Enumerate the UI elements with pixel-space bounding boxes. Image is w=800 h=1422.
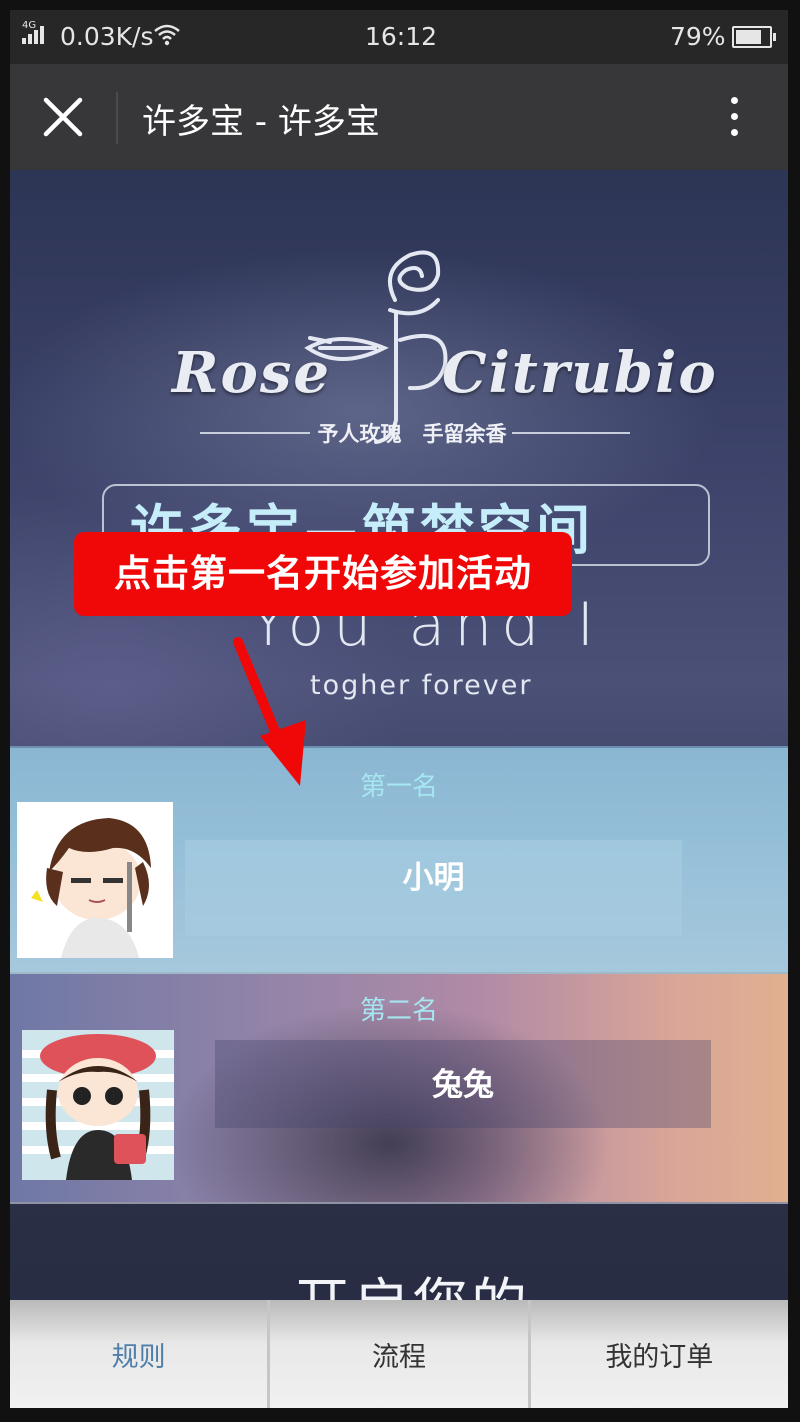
battery-percent: 79%: [670, 22, 726, 51]
tagline-text: 予人玫瑰 手留余香: [317, 422, 507, 446]
instruction-callout: 点击第一名开始参加活动: [74, 532, 572, 616]
tab-my-orders[interactable]: 我的订单: [527, 1300, 788, 1408]
rank-label: 第二名: [359, 996, 438, 1026]
forever-text: togher forever: [310, 670, 533, 701]
signal-icon: 4G: [22, 20, 44, 44]
rank-card-first[interactable]: 第一名 小明: [10, 746, 788, 974]
page-title: 许多宝 - 许多宝: [142, 102, 380, 142]
second-place-name[interactable]: 兔兔: [215, 1040, 711, 1128]
bottom-tab-bar: 规则 流程 我的订单: [10, 1300, 788, 1408]
brand-word-right: Citrubio: [442, 340, 718, 406]
phone-screen: 4G 0.03K/s 16:12 79% 许多宝 - 许多宝 Rose Citr…: [10, 10, 788, 1408]
girl-avatar-icon: [22, 1030, 174, 1180]
close-icon[interactable]: [40, 94, 86, 140]
phone-frame: 4G 0.03K/s 16:12 79% 许多宝 - 许多宝 Rose Citr…: [0, 0, 800, 1422]
boy-avatar-icon: [17, 802, 173, 958]
hero-section: Rose Citrubio 予人玫瑰 手留余香 许多宝—筑梦空间 You and…: [10, 170, 788, 1408]
rank-label: 第一名: [359, 772, 438, 802]
title-divider: [116, 92, 118, 144]
title-bar: 许多宝 - 许多宝: [10, 64, 788, 170]
avatar[interactable]: [17, 802, 173, 958]
first-place-name[interactable]: 小明: [185, 840, 682, 936]
more-menu-icon[interactable]: [722, 94, 746, 142]
tab-rules[interactable]: 规则: [10, 1300, 267, 1408]
arrow-down-icon: [233, 637, 306, 786]
tab-process[interactable]: 流程: [267, 1300, 527, 1408]
clock: 16:12: [365, 22, 438, 51]
status-bar: 4G 0.03K/s 16:12 79%: [10, 10, 788, 64]
network-speed: 0.03K/s: [60, 22, 154, 51]
tagline: 予人玫瑰 手留余香: [200, 418, 630, 448]
battery-icon: [732, 26, 776, 48]
network-type: 4G: [22, 20, 37, 31]
brand-word-left: Rose: [172, 340, 332, 406]
wifi-icon: [154, 24, 180, 46]
avatar[interactable]: [22, 1030, 174, 1180]
rank-card-second[interactable]: 第二名 兔兔: [10, 972, 788, 1204]
